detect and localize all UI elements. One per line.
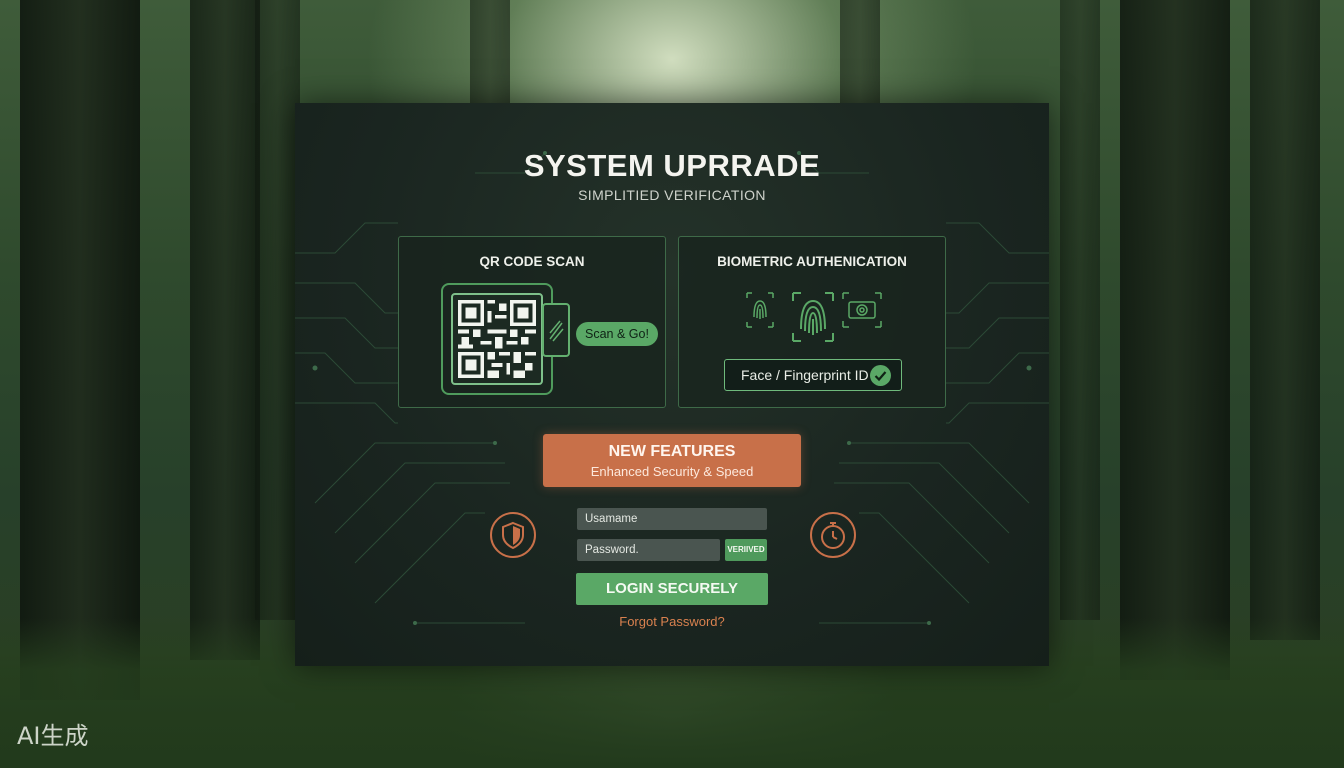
page-title: SYSTEM UPRRADE bbox=[523, 148, 821, 183]
qr-code-icon bbox=[451, 293, 543, 385]
new-features-banner[interactable]: NEW FEATURES Enhanced Security & Speed bbox=[543, 434, 801, 487]
tree-trunk bbox=[255, 0, 300, 620]
page-subtitle: SIMPLITIED VERIFICATION bbox=[578, 187, 766, 203]
forgot-password-label[interactable]: Forgot Password? bbox=[619, 614, 725, 629]
scan-and-go-button[interactable]: Scan & Go! bbox=[576, 322, 658, 346]
face-fingerprint-label: Face / Fingerprint ID bbox=[741, 367, 869, 383]
fingerprint-small-icon bbox=[746, 292, 774, 328]
tree-trunk bbox=[1250, 0, 1320, 640]
tree-trunk bbox=[840, 0, 880, 120]
stopwatch-icon bbox=[810, 512, 856, 558]
password-input[interactable] bbox=[577, 539, 720, 561]
biometric-card-title: BIOMETRIC AUTHENICATION bbox=[717, 254, 907, 269]
forgot-password-link[interactable]: Forgot Password? bbox=[295, 614, 1049, 629]
biometric-card[interactable]: BIOMETRIC AUTHENICATION Face / Fingerpri… bbox=[678, 236, 946, 408]
new-features-heading: NEW FEATURES bbox=[608, 443, 736, 460]
tree-trunk bbox=[1060, 0, 1100, 620]
verified-badge: VERIIVED bbox=[725, 539, 767, 561]
ai-watermark: AI生成 bbox=[17, 722, 89, 750]
tree-trunk bbox=[190, 0, 260, 660]
username-input[interactable] bbox=[577, 508, 767, 530]
fingerprint-icon bbox=[792, 292, 834, 342]
qr-card-title: QR CODE SCAN bbox=[479, 254, 585, 269]
tree-trunk bbox=[20, 0, 140, 700]
face-scan-icon bbox=[842, 292, 882, 328]
tree-trunk bbox=[470, 0, 510, 120]
shield-icon bbox=[490, 512, 536, 558]
tree-trunk bbox=[1120, 0, 1230, 680]
upgrade-panel: SYSTEM UPRRADE SIMPLITIED VERIFICATION Q… bbox=[295, 103, 1049, 666]
qr-code-card[interactable]: QR CODE SCAN Scan & Go! bbox=[398, 236, 666, 408]
smartphone-icon bbox=[542, 303, 570, 357]
check-icon bbox=[870, 365, 891, 386]
new-features-subheading: Enhanced Security & Speed bbox=[590, 464, 754, 479]
login-securely-button[interactable]: LOGIN SECURELY bbox=[576, 573, 768, 605]
face-fingerprint-id-button[interactable]: Face / Fingerprint ID bbox=[724, 359, 902, 391]
